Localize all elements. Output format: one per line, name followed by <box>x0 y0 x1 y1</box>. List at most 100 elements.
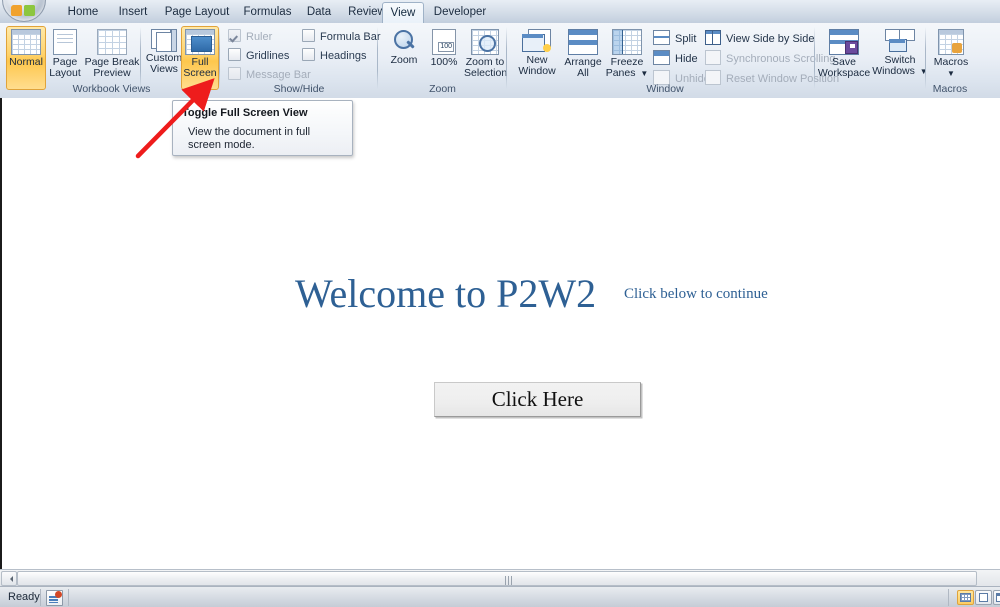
page-break-label-2: Preview <box>93 67 131 79</box>
page-layout-view-button[interactable]: Page Layout <box>46 26 84 90</box>
horizontal-scrollbar[interactable] <box>0 569 1000 586</box>
message-bar-checkbox[interactable] <box>228 67 241 80</box>
view-side-by-side-icon <box>705 30 721 45</box>
status-normal-view-button[interactable] <box>957 590 974 605</box>
status-bar: Ready <box>0 586 1000 607</box>
message-bar-checkbox-row[interactable]: Message Bar <box>228 67 311 81</box>
group-window: New Window Arrange All Freeze Panes ▼ Sp… <box>509 23 839 96</box>
office-logo-icon <box>11 5 38 19</box>
custom-views-label-2: Views <box>150 63 178 75</box>
tab-home[interactable]: Home <box>57 2 109 23</box>
tab-page-layout[interactable]: Page Layout <box>157 2 237 23</box>
custom-views-icon <box>143 29 185 52</box>
hide-label: Hide <box>675 53 698 65</box>
formula-bar-checkbox[interactable] <box>302 29 315 42</box>
switch-windows-button[interactable]: Switch Windows ▼ <box>871 26 929 90</box>
ruler-checkbox-row[interactable]: Ruler <box>228 29 272 43</box>
hide-button[interactable]: Hide <box>653 50 698 65</box>
normal-view-label: Normal <box>9 56 43 68</box>
group-label-show-hide: Show/Hide <box>273 83 325 95</box>
chevron-down-icon-macros[interactable]: ▼ <box>928 68 974 79</box>
scrollbar-grip-icon <box>505 576 514 585</box>
zoom-to-selection-label-2: Selection <box>464 67 508 79</box>
status-page-break-preview-button[interactable] <box>993 590 1000 605</box>
gridlines-label: Gridlines <box>246 50 290 62</box>
custom-views-button[interactable]: Custom Views <box>142 26 186 90</box>
tab-data[interactable]: Data <box>298 2 340 23</box>
full-screen-button[interactable]: Full Screen <box>181 26 219 90</box>
scrollbar-thumb[interactable] <box>17 571 977 586</box>
formula-bar-checkbox-row[interactable]: Formula Bar <box>302 29 381 43</box>
headings-checkbox[interactable] <box>302 48 315 61</box>
tab-formulas[interactable]: Formulas <box>237 2 298 23</box>
headings-checkbox-row[interactable]: Headings <box>302 48 366 62</box>
page-break-preview-button[interactable]: Page Break Preview <box>83 26 141 90</box>
group-zoom: Zoom 100 100% Zoom to Selection Zoom <box>380 23 508 96</box>
scroll-left-button[interactable] <box>1 571 17 586</box>
zoom-button[interactable]: Zoom <box>382 26 426 90</box>
new-window-label-2: Window <box>518 65 556 77</box>
freeze-panes-label-2: Panes <box>605 67 636 79</box>
macros-button[interactable]: Macros ▼ <box>927 26 975 90</box>
status-page-layout-view-button[interactable] <box>975 590 992 605</box>
normal-view-button[interactable]: Normal <box>6 26 46 90</box>
new-window-icon <box>512 29 562 53</box>
save-workspace-button[interactable]: Save Workspace <box>815 26 873 90</box>
zoom-100-button[interactable]: 100 100% <box>424 26 464 90</box>
macros-icon <box>928 29 974 55</box>
click-here-button[interactable]: Click Here <box>434 382 641 417</box>
ruler-checkbox[interactable] <box>228 29 241 42</box>
normal-view-icon <box>7 29 45 55</box>
message-bar-label: Message Bar <box>246 69 311 81</box>
zoom-to-selection-icon <box>464 29 506 55</box>
worksheet-area[interactable]: Welcome to P2W2 Click below to continue … <box>0 98 1000 569</box>
group-label-window: Window <box>646 83 684 95</box>
gridlines-checkbox-row[interactable]: Gridlines <box>228 48 289 62</box>
freeze-panes-button[interactable]: Freeze Panes ▼ <box>604 26 650 90</box>
ruler-label: Ruler <box>246 31 273 43</box>
group-label-zoom: Zoom <box>429 83 456 95</box>
chevron-down-icon[interactable]: ▼ <box>640 69 648 78</box>
arrange-all-button[interactable]: Arrange All <box>561 26 605 90</box>
save-workspace-label-2: Workspace <box>817 67 871 79</box>
group-macros: Macros ▼ Macros <box>927 23 973 96</box>
split-icon <box>653 30 670 45</box>
tooltip-title: Toggle Full Screen View <box>182 107 308 119</box>
group-show-hide: Ruler Gridlines Message Bar Formula Bar … <box>222 23 381 96</box>
save-workspace-icon <box>816 29 872 55</box>
view-side-by-side-label: View Side by Side <box>726 33 815 45</box>
hide-icon <box>653 50 670 65</box>
arrange-all-label-2: All <box>577 67 589 79</box>
split-button[interactable]: Split <box>653 30 696 45</box>
page-break-preview-icon <box>84 29 140 55</box>
switch-windows-icon <box>872 29 928 53</box>
group-label-workbook-views: Workbook Views <box>72 83 151 95</box>
freeze-panes-icon <box>605 29 649 55</box>
magnifier-icon <box>383 29 425 53</box>
tab-developer[interactable]: Developer <box>424 2 496 23</box>
status-normal-view-icon <box>960 593 971 602</box>
status-page-break-preview-icon <box>996 593 1000 602</box>
page-layout-icon <box>47 29 83 55</box>
zoom-100-label: 100% <box>430 56 458 68</box>
full-screen-icon <box>182 29 218 55</box>
arrange-all-icon <box>562 29 604 55</box>
macro-record-icon[interactable] <box>46 590 63 606</box>
page-title: Welcome to P2W2 <box>295 271 597 316</box>
excel-window: Home Insert Page Layout Formulas Data Re… <box>0 0 1000 607</box>
tab-insert[interactable]: Insert <box>109 2 157 23</box>
group-workbook-views: Normal Page Layout Page Break Preview Cu… <box>4 23 219 96</box>
formula-bar-label: Formula Bar <box>320 31 381 43</box>
status-ready-label: Ready <box>8 591 40 603</box>
tooltip: Toggle Full Screen View View the documen… <box>172 100 353 156</box>
gridlines-checkbox[interactable] <box>228 48 241 61</box>
tab-view[interactable]: View <box>382 2 424 23</box>
page-subtitle: Click below to continue <box>624 286 768 302</box>
synchronous-scrolling-icon <box>705 50 721 65</box>
new-window-button[interactable]: New Window <box>511 26 563 90</box>
switch-windows-label-2: Windows <box>872 65 915 77</box>
macros-label: Macros <box>933 56 969 68</box>
group-label-macros: Macros <box>932 83 968 95</box>
view-side-by-side-button[interactable]: View Side by Side <box>705 30 814 45</box>
ribbon-tab-bar: Home Insert Page Layout Formulas Data Re… <box>0 0 1000 24</box>
